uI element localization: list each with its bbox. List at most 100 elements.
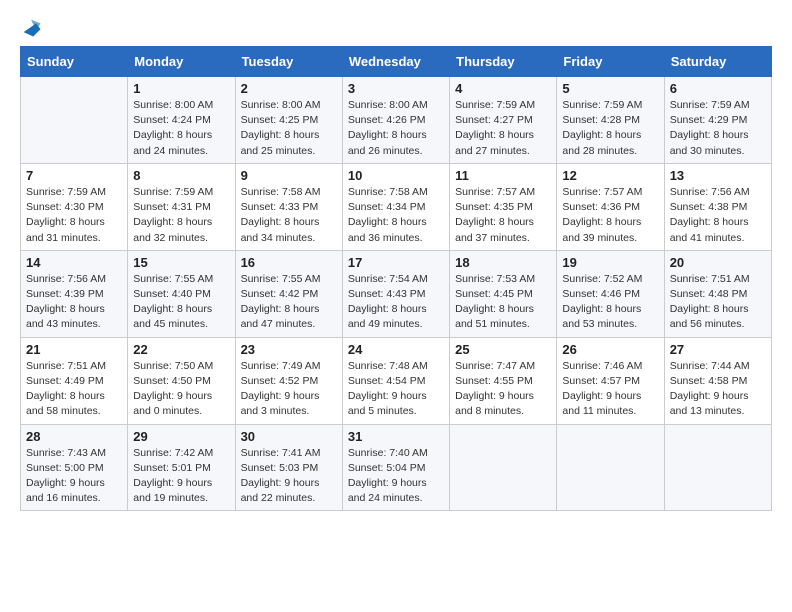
- day-info: Sunrise: 7:54 AMSunset: 4:43 PMDaylight:…: [348, 272, 444, 333]
- calendar-cell: 21 Sunrise: 7:51 AMSunset: 4:49 PMDayligh…: [21, 337, 128, 424]
- day-info: Sunrise: 7:59 AMSunset: 4:28 PMDaylight:…: [562, 98, 658, 159]
- calendar-cell: 13 Sunrise: 7:56 AMSunset: 4:38 PMDayligh…: [664, 163, 771, 250]
- day-info: Sunrise: 8:00 AMSunset: 4:25 PMDaylight:…: [241, 98, 337, 159]
- day-number: 24: [348, 342, 444, 357]
- calendar-cell: 10 Sunrise: 7:58 AMSunset: 4:34 PMDayligh…: [342, 163, 449, 250]
- day-info: Sunrise: 7:55 AMSunset: 4:42 PMDaylight:…: [241, 272, 337, 333]
- day-info: Sunrise: 7:48 AMSunset: 4:54 PMDaylight:…: [348, 359, 444, 420]
- day-info: Sunrise: 7:58 AMSunset: 4:34 PMDaylight:…: [348, 185, 444, 246]
- calendar-cell: 18 Sunrise: 7:53 AMSunset: 4:45 PMDayligh…: [450, 250, 557, 337]
- day-info: Sunrise: 7:52 AMSunset: 4:46 PMDaylight:…: [562, 272, 658, 333]
- day-info: Sunrise: 7:58 AMSunset: 4:33 PMDaylight:…: [241, 185, 337, 246]
- weekday-header-row: SundayMondayTuesdayWednesdayThursdayFrid…: [21, 47, 772, 77]
- day-info: Sunrise: 7:42 AMSunset: 5:01 PMDaylight:…: [133, 446, 229, 507]
- calendar-cell: [450, 424, 557, 511]
- calendar-cell: 31Sunrise: 7:40 AMSunset: 5:04 PMDayligh…: [342, 424, 449, 511]
- calendar-cell: 30 Sunrise: 7:41 AMSunset: 5:03 PMDayligh…: [235, 424, 342, 511]
- calendar-week-2: 7 Sunrise: 7:59 AMSunset: 4:30 PMDaylight…: [21, 163, 772, 250]
- day-number: 11: [455, 168, 551, 183]
- day-number: 13: [670, 168, 766, 183]
- calendar-cell: [664, 424, 771, 511]
- day-number: 7: [26, 168, 122, 183]
- calendar-cell: 15 Sunrise: 7:55 AMSunset: 4:40 PMDayligh…: [128, 250, 235, 337]
- calendar-cell: 24 Sunrise: 7:48 AMSunset: 4:54 PMDayligh…: [342, 337, 449, 424]
- calendar-cell: 22 Sunrise: 7:50 AMSunset: 4:50 PMDayligh…: [128, 337, 235, 424]
- calendar-cell: 16Sunrise: 7:55 AMSunset: 4:42 PMDayligh…: [235, 250, 342, 337]
- calendar-cell: 23 Sunrise: 7:49 AMSunset: 4:52 PMDayligh…: [235, 337, 342, 424]
- weekday-header-tuesday: Tuesday: [235, 47, 342, 77]
- calendar-cell: 9 Sunrise: 7:58 AMSunset: 4:33 PMDaylight…: [235, 163, 342, 250]
- day-number: 21: [26, 342, 122, 357]
- weekday-header-wednesday: Wednesday: [342, 47, 449, 77]
- day-number: 22: [133, 342, 229, 357]
- day-info: Sunrise: 8:00 AMSunset: 4:26 PMDaylight:…: [348, 98, 444, 159]
- calendar-cell: 26Sunrise: 7:46 AMSunset: 4:57 PMDayligh…: [557, 337, 664, 424]
- day-number: 29: [133, 429, 229, 444]
- weekday-header-sunday: Sunday: [21, 47, 128, 77]
- day-info: Sunrise: 7:59 AMSunset: 4:31 PMDaylight:…: [133, 185, 229, 246]
- day-number: 10: [348, 168, 444, 183]
- day-number: 30: [241, 429, 337, 444]
- day-number: 20: [670, 255, 766, 270]
- day-info: Sunrise: 8:00 AMSunset: 4:24 PMDaylight:…: [133, 98, 229, 159]
- calendar-cell: 14 Sunrise: 7:56 AMSunset: 4:39 PMDayligh…: [21, 250, 128, 337]
- day-number: 5: [562, 81, 658, 96]
- day-number: 31: [348, 429, 444, 444]
- day-info: Sunrise: 7:56 AMSunset: 4:39 PMDaylight:…: [26, 272, 122, 333]
- day-number: 3: [348, 81, 444, 96]
- day-info: Sunrise: 7:41 AMSunset: 5:03 PMDaylight:…: [241, 446, 337, 507]
- calendar-cell: 19 Sunrise: 7:52 AMSunset: 4:46 PMDayligh…: [557, 250, 664, 337]
- calendar-week-5: 28Sunrise: 7:43 AMSunset: 5:00 PMDayligh…: [21, 424, 772, 511]
- calendar-cell: 7 Sunrise: 7:59 AMSunset: 4:30 PMDaylight…: [21, 163, 128, 250]
- calendar-cell: 8 Sunrise: 7:59 AMSunset: 4:31 PMDaylight…: [128, 163, 235, 250]
- calendar-week-1: 1 Sunrise: 8:00 AMSunset: 4:24 PMDaylight…: [21, 77, 772, 164]
- calendar-cell: 4 Sunrise: 7:59 AMSunset: 4:27 PMDaylight…: [450, 77, 557, 164]
- calendar-week-4: 21 Sunrise: 7:51 AMSunset: 4:49 PMDayligh…: [21, 337, 772, 424]
- day-number: 17: [348, 255, 444, 270]
- weekday-header-saturday: Saturday: [664, 47, 771, 77]
- calendar-cell: 20 Sunrise: 7:51 AMSunset: 4:48 PMDayligh…: [664, 250, 771, 337]
- day-info: Sunrise: 7:55 AMSunset: 4:40 PMDaylight:…: [133, 272, 229, 333]
- day-info: Sunrise: 7:49 AMSunset: 4:52 PMDaylight:…: [241, 359, 337, 420]
- day-number: 23: [241, 342, 337, 357]
- day-info: Sunrise: 7:56 AMSunset: 4:38 PMDaylight:…: [670, 185, 766, 246]
- day-number: 8: [133, 168, 229, 183]
- calendar-cell: [557, 424, 664, 511]
- calendar-cell: 1 Sunrise: 8:00 AMSunset: 4:24 PMDaylight…: [128, 77, 235, 164]
- day-info: Sunrise: 7:57 AMSunset: 4:35 PMDaylight:…: [455, 185, 551, 246]
- logo: [20, 16, 44, 38]
- day-number: 2: [241, 81, 337, 96]
- day-number: 18: [455, 255, 551, 270]
- day-number: 25: [455, 342, 551, 357]
- calendar-cell: 17 Sunrise: 7:54 AMSunset: 4:43 PMDayligh…: [342, 250, 449, 337]
- day-info: Sunrise: 7:59 AMSunset: 4:29 PMDaylight:…: [670, 98, 766, 159]
- day-info: Sunrise: 7:59 AMSunset: 4:27 PMDaylight:…: [455, 98, 551, 159]
- calendar-cell: 25 Sunrise: 7:47 AMSunset: 4:55 PMDayligh…: [450, 337, 557, 424]
- day-number: 15: [133, 255, 229, 270]
- weekday-header-thursday: Thursday: [450, 47, 557, 77]
- day-number: 12: [562, 168, 658, 183]
- day-number: 4: [455, 81, 551, 96]
- day-info: Sunrise: 7:50 AMSunset: 4:50 PMDaylight:…: [133, 359, 229, 420]
- day-info: Sunrise: 7:51 AMSunset: 4:48 PMDaylight:…: [670, 272, 766, 333]
- calendar-cell: 2 Sunrise: 8:00 AMSunset: 4:25 PMDaylight…: [235, 77, 342, 164]
- weekday-header-friday: Friday: [557, 47, 664, 77]
- calendar-table: SundayMondayTuesdayWednesdayThursdayFrid…: [20, 46, 772, 511]
- day-info: Sunrise: 7:53 AMSunset: 4:45 PMDaylight:…: [455, 272, 551, 333]
- day-info: Sunrise: 7:59 AMSunset: 4:30 PMDaylight:…: [26, 185, 122, 246]
- calendar-cell: 6 Sunrise: 7:59 AMSunset: 4:29 PMDaylight…: [664, 77, 771, 164]
- day-number: 6: [670, 81, 766, 96]
- calendar-cell: [21, 77, 128, 164]
- day-number: 9: [241, 168, 337, 183]
- day-number: 14: [26, 255, 122, 270]
- day-number: 19: [562, 255, 658, 270]
- calendar-cell: 11 Sunrise: 7:57 AMSunset: 4:35 PMDayligh…: [450, 163, 557, 250]
- day-info: Sunrise: 7:57 AMSunset: 4:36 PMDaylight:…: [562, 185, 658, 246]
- day-info: Sunrise: 7:47 AMSunset: 4:55 PMDaylight:…: [455, 359, 551, 420]
- day-info: Sunrise: 7:44 AMSunset: 4:58 PMDaylight:…: [670, 359, 766, 420]
- day-number: 1: [133, 81, 229, 96]
- logo-icon: [20, 16, 42, 38]
- weekday-header-monday: Monday: [128, 47, 235, 77]
- day-info: Sunrise: 7:51 AMSunset: 4:49 PMDaylight:…: [26, 359, 122, 420]
- day-number: 28: [26, 429, 122, 444]
